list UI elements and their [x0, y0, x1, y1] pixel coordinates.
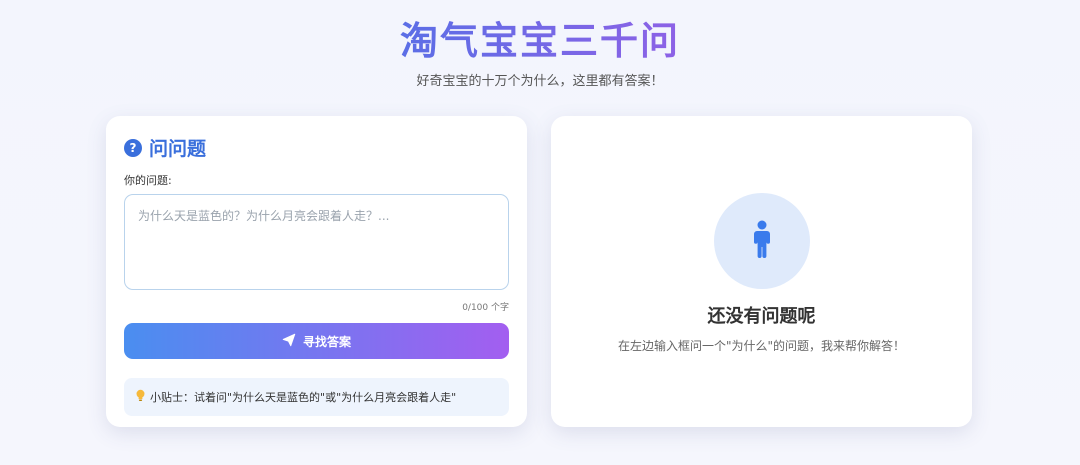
empty-state-avatar: [713, 193, 810, 289]
tip-box: 小贴士：试着问"为什么天是蓝色的"或"为什么月亮会跟着人走": [124, 378, 509, 416]
find-answer-label: 寻找答案: [302, 334, 351, 349]
page-subtitle: 好奇宝宝的十万个为什么，这里都有答案！: [416, 74, 664, 89]
page-header: 淘气宝宝三千问 好奇宝宝的十万个为什么，这里都有答案！: [0, 0, 1080, 89]
panel-heading: ? 问问题: [124, 134, 509, 161]
answer-panel: 还没有问题呢 在左边输入框问一个"为什么"的问题，我来帮你解答！: [551, 116, 972, 427]
question-circle-icon: ?: [124, 138, 142, 157]
child-icon: [750, 220, 774, 262]
tip-text: 小贴士：试着问"为什么天是蓝色的"或"为什么月亮会跟着人走": [150, 391, 457, 404]
empty-state-description: 在左边输入框问一个"为什么"的问题，我来帮你解答！: [617, 339, 906, 353]
empty-state: 还没有问题呢 在左边输入框问一个"为什么"的问题，我来帮你解答！: [551, 116, 972, 354]
find-answer-button[interactable]: 寻找答案: [124, 323, 509, 359]
page-title: 淘气宝宝三千问: [399, 19, 680, 63]
lightbulb-icon: [135, 389, 146, 405]
empty-state-title: 还没有问题呢: [707, 306, 816, 327]
char-counter: 0/100 个字: [462, 303, 509, 313]
question-field-label: 你的问题:: [124, 174, 172, 187]
paper-plane-icon: [282, 333, 296, 350]
ask-question-panel: ? 问问题 你的问题: 0/100 个字 寻找答案 小贴士：试着问"为什么天是蓝…: [106, 116, 527, 427]
question-input[interactable]: [124, 194, 509, 290]
panel-heading-text: 问问题: [149, 138, 207, 160]
